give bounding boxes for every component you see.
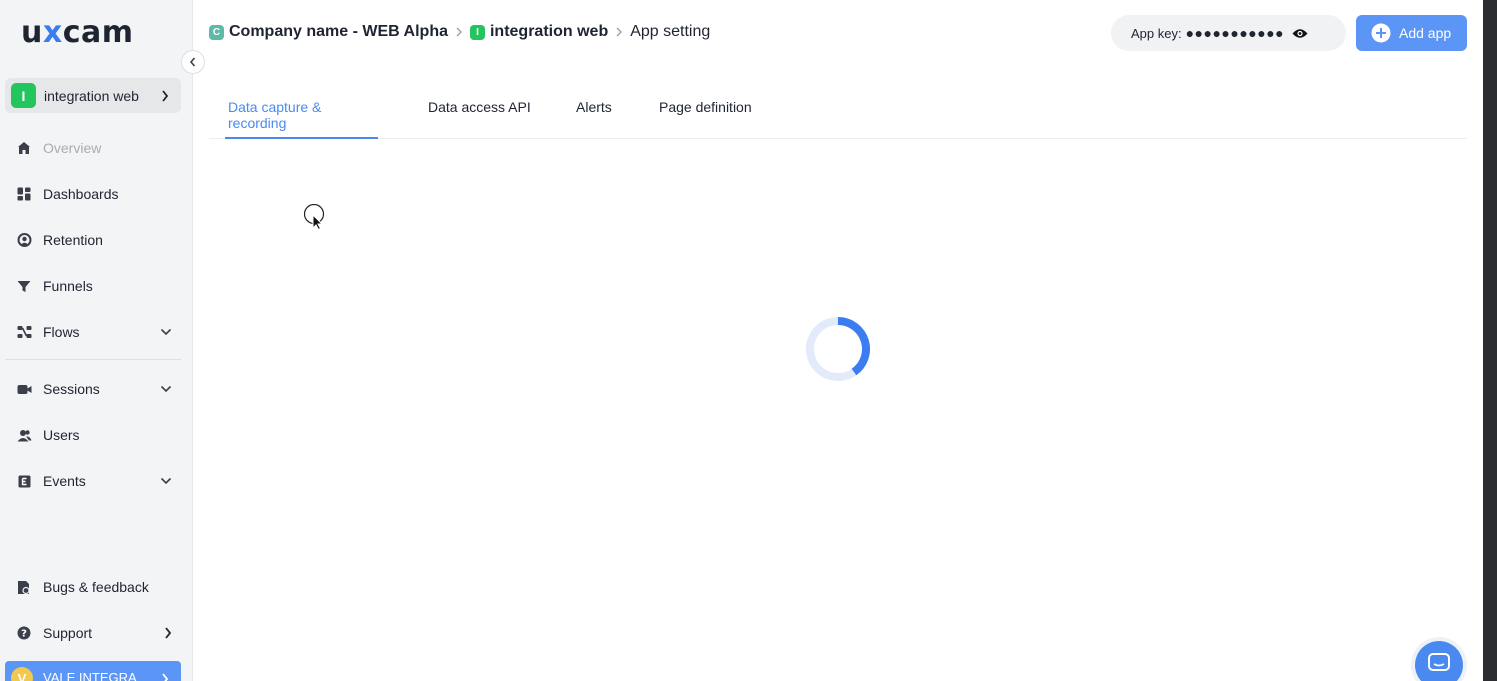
flows-icon: [16, 324, 32, 340]
sidebar-item-label: Support: [43, 625, 93, 641]
funnel-icon: [16, 278, 32, 294]
sidebar-item-support[interactable]: ? Support: [16, 622, 172, 644]
sidebar-item-bugs-feedback[interactable]: Bugs & feedback: [16, 576, 172, 598]
sidebar-item-flows[interactable]: Flows: [16, 321, 172, 343]
sidebar-divider: [5, 359, 181, 360]
sidebar-item-label: Flows: [43, 324, 80, 340]
app-switcher-name: integration web: [44, 87, 139, 104]
settings-tabs: Data capture & recording Data access API…: [209, 90, 1467, 139]
add-app-button[interactable]: Add app: [1356, 15, 1467, 51]
sidebar-item-label: Retention: [43, 232, 103, 248]
sidebar-item-users[interactable]: Users: [16, 424, 172, 446]
sidebar-item-label: Bugs & feedback: [43, 579, 149, 595]
home-icon: [16, 140, 32, 156]
user-menu[interactable]: V VALE INTEGRA: [5, 661, 181, 681]
chevron-right-icon: [162, 673, 169, 681]
eye-icon[interactable]: [1292, 28, 1308, 39]
sidebar-item-label: Users: [43, 427, 80, 443]
avatar: V: [11, 667, 33, 681]
chevron-down-icon[interactable]: [160, 385, 172, 393]
breadcrumb-app[interactable]: integration web: [490, 23, 608, 41]
sidebar-item-dashboards[interactable]: Dashboards: [16, 183, 172, 205]
main-content: C Company name - WEB Alpha I integration…: [193, 0, 1483, 681]
sidebar-item-label: Dashboards: [43, 186, 119, 202]
chevron-right-icon[interactable]: [164, 627, 172, 639]
uxcam-logo[interactable]: uxcam: [21, 18, 134, 48]
svg-text:?: ?: [21, 629, 27, 640]
app-switcher[interactable]: I integration web: [5, 78, 181, 113]
sidebar-item-overview[interactable]: Overview: [16, 137, 172, 159]
chevron-left-icon: [189, 57, 196, 67]
scrollbar[interactable]: [1483, 0, 1497, 681]
events-icon: [16, 473, 32, 489]
app-badge: I: [469, 24, 485, 40]
video-icon: [16, 381, 32, 397]
logo-text: uxcam: [21, 15, 134, 50]
company-badge: C: [209, 24, 224, 40]
sidebar-item-label: Events: [43, 473, 86, 489]
chevron-right-icon: [456, 27, 462, 37]
dashboard-icon: [16, 186, 32, 202]
sidebar: uxcam I integration web Overview Dashboa…: [0, 0, 193, 681]
sidebar-item-sessions[interactable]: Sessions: [16, 378, 172, 400]
tab-alerts[interactable]: Alerts: [576, 90, 612, 139]
collapse-sidebar-button[interactable]: [181, 50, 205, 74]
sidebar-item-label: Funnels: [43, 278, 93, 294]
users-icon: [16, 427, 32, 443]
chat-icon: [1428, 653, 1450, 671]
breadcrumb-page: App setting: [630, 23, 711, 40]
chat-support-button[interactable]: [1415, 641, 1463, 681]
sidebar-item-retention[interactable]: Retention: [16, 229, 172, 251]
mouse-cursor-icon: [304, 204, 325, 230]
sidebar-item-label: Sessions: [43, 381, 100, 397]
sidebar-item-label: Overview: [43, 140, 102, 156]
sidebar-item-events[interactable]: Events: [16, 470, 172, 492]
tab-data-capture[interactable]: Data capture & recording: [225, 90, 378, 139]
app-badge: I: [11, 83, 36, 108]
breadcrumb-company[interactable]: Company name - WEB Alpha: [229, 23, 448, 41]
tab-page-definition[interactable]: Page definition: [659, 90, 752, 139]
chevron-down-icon[interactable]: [160, 477, 172, 485]
chevron-right-icon: [162, 89, 169, 102]
add-app-label: Add app: [1399, 25, 1452, 41]
retention-icon: [16, 232, 32, 248]
sidebar-item-funnels[interactable]: Funnels: [16, 275, 172, 297]
bug-report-icon: [16, 579, 32, 595]
app-key-field: App key: ●●●●●●●●●●●: [1111, 15, 1346, 51]
plus-circle-icon: [1371, 23, 1391, 43]
chevron-right-icon: [616, 27, 623, 37]
loading-spinner: [806, 317, 870, 381]
tab-data-access-api[interactable]: Data access API: [428, 90, 531, 139]
user-name: VALE INTEGRA: [43, 670, 137, 681]
app-key-value: ●●●●●●●●●●●: [1185, 25, 1285, 41]
app-key-label: App key:: [1131, 25, 1182, 41]
help-icon: ?: [16, 625, 32, 641]
breadcrumb: C Company name - WEB Alpha I integration…: [209, 22, 710, 42]
chevron-down-icon[interactable]: [160, 328, 172, 336]
